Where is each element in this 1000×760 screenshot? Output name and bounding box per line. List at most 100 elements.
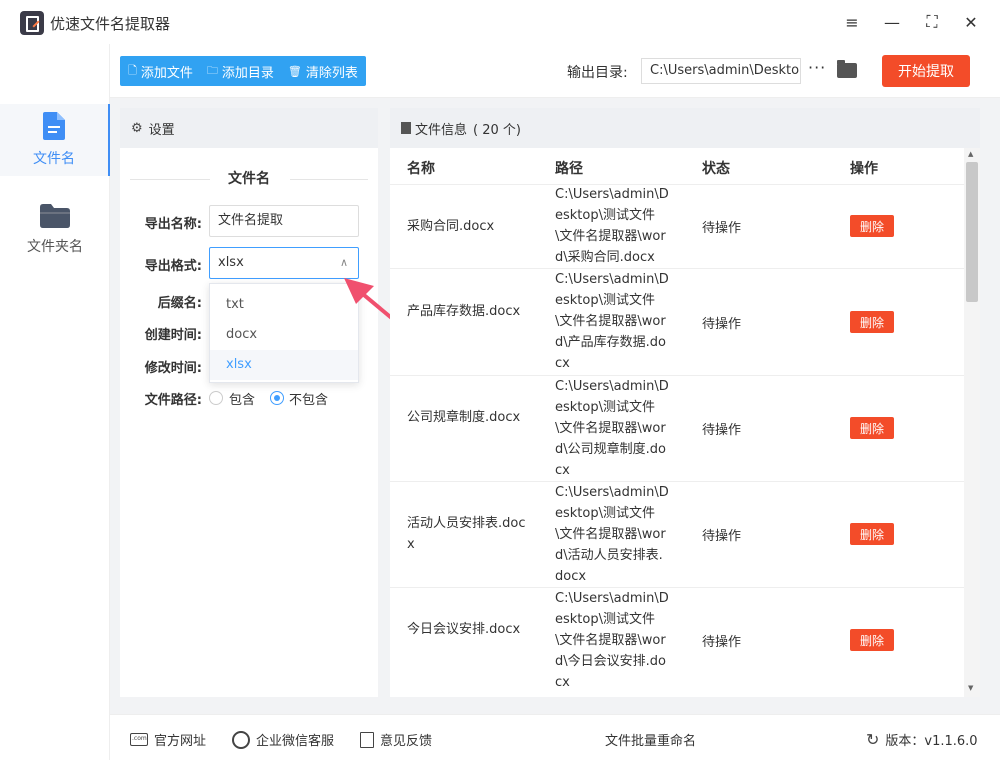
- more-icon[interactable]: ···: [808, 58, 826, 77]
- website-icon: [130, 733, 148, 746]
- close-icon[interactable]: ✕: [959, 10, 983, 34]
- version-info: ↻ 版本：v1.1.6.0: [866, 730, 978, 749]
- modified-time-label: 修改时间:: [144, 361, 202, 376]
- website-link[interactable]: 官方网址: [130, 730, 206, 749]
- file-info-header: 文件信息 ( 20 个): [390, 108, 980, 148]
- file-path: C:\Users\admin\Desktop\测试文件\文件名提取器\word\…: [555, 485, 669, 584]
- settings-header: ⚙ 设置: [120, 108, 378, 148]
- table-row[interactable]: 公司规章制度.docx C:\Users\admin\Desktop\测试文件\…: [390, 376, 964, 482]
- minimize-icon[interactable]: —: [880, 10, 904, 34]
- delete-button[interactable]: 删除: [850, 311, 894, 333]
- wechat-support-link[interactable]: 企业微信客服: [232, 730, 334, 749]
- export-format-label: 导出格式:: [144, 259, 202, 274]
- file-outline-icon: 🗋: [128, 63, 137, 77]
- settings-title: 设置: [148, 122, 175, 138]
- file-status: 待操作: [702, 635, 742, 650]
- nav-label: 文件夹名: [27, 239, 83, 255]
- browse-folder-icon[interactable]: [837, 60, 857, 78]
- file-status: 待操作: [702, 221, 742, 236]
- file-name: 产品库存数据.docx: [407, 304, 521, 319]
- path-include-label: 包含: [229, 393, 256, 408]
- path-exclude-radio[interactable]: [270, 391, 284, 405]
- batch-rename-link[interactable]: 文件批量重命名: [605, 730, 696, 749]
- nav-item-filename[interactable]: 文件名: [0, 104, 110, 176]
- path-exclude-label: 不包含: [289, 393, 329, 408]
- refresh-icon[interactable]: ↻: [866, 730, 879, 749]
- table-row[interactable]: 今日会议安排.docx C:\Users\admin\Desktop\测试文件\…: [390, 588, 964, 697]
- column-header-name[interactable]: 名称: [407, 158, 435, 178]
- file-name: 采购合同.docx: [407, 219, 495, 234]
- table-row[interactable]: 活动人员安排表.docx C:\Users\admin\Desktop\测试文件…: [390, 482, 964, 588]
- file-info-panel: 文件信息 ( 20 个) 名称 路径 状态 操作 采购合同.docx C:\Us…: [390, 108, 980, 697]
- column-header-path[interactable]: 路径: [555, 158, 583, 178]
- add-directory-button[interactable]: 🗀 添加目录: [207, 62, 274, 81]
- column-header-status[interactable]: 状态: [702, 158, 730, 178]
- file-path: C:\Users\admin\Desktop\测试文件\文件名提取器\word\…: [555, 379, 669, 478]
- document-icon: [401, 122, 411, 134]
- status-bar: 官方网址 企业微信客服 意见反馈 文件批量重命名 ↻ 版本：v1.1.6.0: [110, 714, 1000, 760]
- file-name: 公司规章制度.docx: [407, 410, 521, 425]
- left-nav: 文件名 文件夹名: [0, 44, 110, 760]
- add-directory-label: 添加目录: [221, 65, 274, 81]
- app-logo-icon: [20, 11, 44, 35]
- export-name-input[interactable]: 文件名提取: [209, 205, 359, 237]
- file-status: 待操作: [702, 423, 742, 438]
- clear-list-button[interactable]: 🗑 清除列表: [288, 62, 358, 81]
- feedback-label: 意见反馈: [380, 734, 433, 749]
- settings-panel: ⚙ 设置 文件名 导出名称: 文件名提取 导出格式: xlsx ∧ 后缀名: 创…: [120, 108, 378, 697]
- feedback-link[interactable]: 意见反馈: [360, 730, 432, 749]
- gear-icon: ⚙: [131, 120, 143, 136]
- file-status: 待操作: [702, 317, 742, 332]
- website-label: 官方网址: [154, 734, 207, 749]
- file-button-group: 🗋 添加文件 🗀 添加目录 🗑 清除列表: [120, 56, 366, 86]
- folder-outline-icon: 🗀: [206, 63, 218, 77]
- file-path: C:\Users\admin\Desktop\测试文件\文件名提取器\word\…: [555, 272, 669, 371]
- file-name: 活动人员安排表.docx: [407, 516, 526, 552]
- file-status: 待操作: [702, 529, 742, 544]
- created-time-label: 创建时间:: [144, 328, 202, 343]
- output-dir-label: 输出目录:: [567, 65, 628, 81]
- delete-button[interactable]: 删除: [850, 523, 894, 545]
- export-name-label: 导出名称:: [144, 217, 202, 232]
- start-extract-button[interactable]: 开始提取: [882, 55, 970, 87]
- file-path: C:\Users\admin\Desktop\测试文件\文件名提取器\word\…: [555, 187, 669, 265]
- toolbar: 🗋 添加文件 🗀 添加目录 🗑 清除列表 输出目录: C:\Users\admi…: [110, 44, 1000, 98]
- add-file-button[interactable]: 🗋 添加文件: [128, 62, 193, 81]
- table-row[interactable]: 产品库存数据.docx C:\Users\admin\Desktop\测试文件\…: [390, 269, 964, 376]
- title-bar: 优速文件名提取器 ≡ — ⛶ ✕: [0, 0, 1000, 44]
- file-count: ( 20 个): [473, 122, 521, 138]
- file-path-label: 文件路径:: [144, 393, 202, 408]
- column-header-action[interactable]: 操作: [850, 158, 878, 178]
- file-name: 今日会议安排.docx: [407, 622, 521, 637]
- output-dir-input[interactable]: C:\Users\admin\Deskto: [641, 58, 801, 84]
- clear-list-label: 清除列表: [305, 65, 358, 81]
- export-format-value: xlsx: [218, 255, 244, 270]
- wechat-label: 企业微信客服: [256, 734, 335, 749]
- add-file-label: 添加文件: [140, 65, 193, 81]
- delete-button[interactable]: 删除: [850, 417, 894, 439]
- path-include-radio[interactable]: [209, 391, 223, 405]
- file-icon: [43, 112, 65, 140]
- scroll-thumb[interactable]: [966, 162, 978, 302]
- chat-icon: [232, 730, 250, 749]
- file-info-title: 文件信息: [415, 122, 468, 138]
- table-row[interactable]: 采购合同.docx C:\Users\admin\Desktop\测试文件\文件…: [390, 184, 964, 269]
- app-title: 优速文件名提取器: [50, 15, 171, 33]
- menu-icon[interactable]: ≡: [840, 10, 864, 34]
- divider: [290, 179, 368, 180]
- vertical-scrollbar[interactable]: ▲ ▼: [964, 148, 980, 697]
- trash-icon: 🗑: [287, 64, 302, 78]
- scroll-down-icon[interactable]: ▼: [968, 684, 973, 692]
- feedback-icon: [360, 731, 374, 748]
- nav-item-foldername[interactable]: 文件夹名: [0, 194, 110, 266]
- version-label: 版本：v1.1.6.0: [885, 734, 978, 749]
- section-title: 文件名: [228, 171, 270, 187]
- file-path: C:\Users\admin\Desktop\测试文件\文件名提取器\word\…: [555, 591, 669, 690]
- nav-label: 文件名: [33, 151, 75, 167]
- delete-button[interactable]: 删除: [850, 215, 894, 237]
- scroll-up-icon[interactable]: ▲: [968, 150, 973, 158]
- folder-icon: [40, 204, 70, 228]
- suffix-label: 后缀名:: [157, 296, 202, 311]
- maximize-icon[interactable]: ⛶: [920, 10, 944, 34]
- delete-button[interactable]: 删除: [850, 629, 894, 651]
